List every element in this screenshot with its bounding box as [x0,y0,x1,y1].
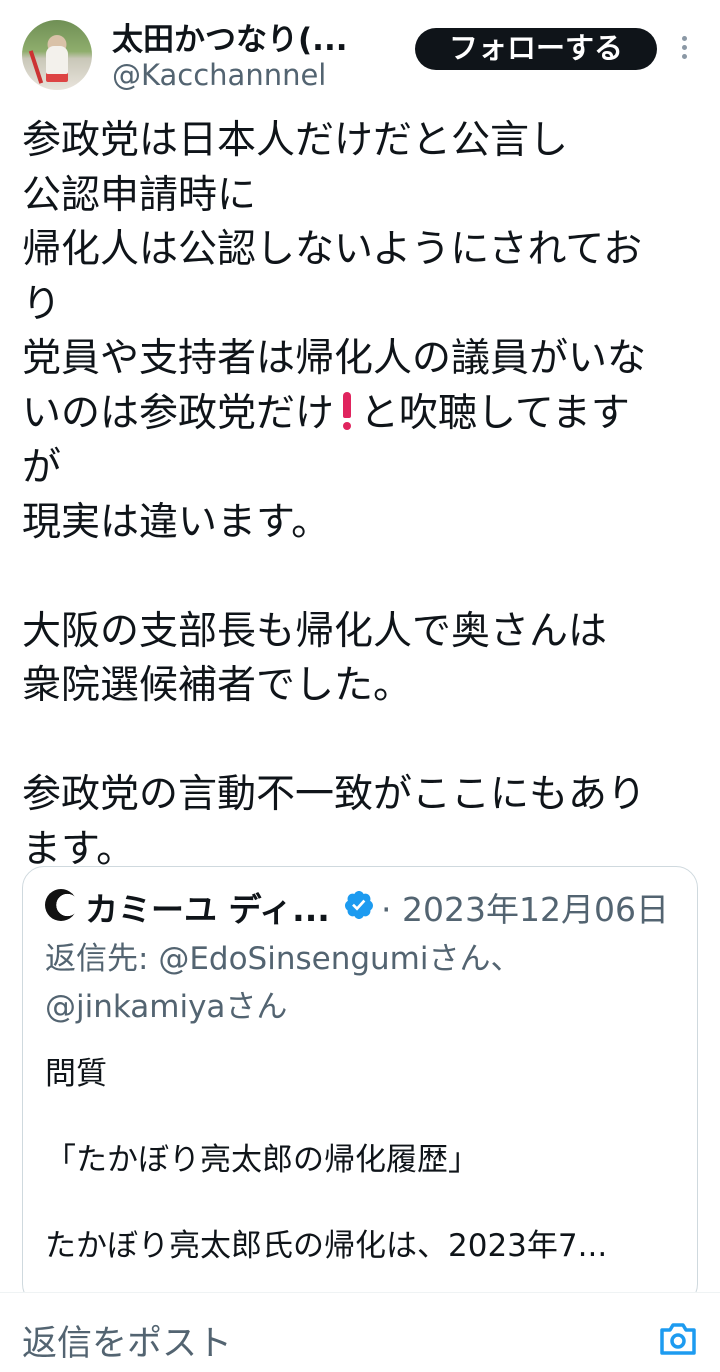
quoted-reply-to: 返信先: @EdoSinsengumiさん、 @jinkamiyaさん [45,935,685,1031]
avatar-club-shape [28,50,44,84]
tweet-line: 帰化人は公認しないようにされてお [22,227,643,272]
follow-button[interactable]: フォローする [415,28,657,70]
camera-icon[interactable] [658,1321,698,1357]
tweet-line: 大阪の支部長も帰化人で奥さんは [22,608,608,654]
exclamation-emoji-icon [340,391,354,430]
quoted-tweet-date: · 2023年12月06日 [381,890,669,929]
quoted-tweet-body: 問質 「たかぼり亮太郎の帰化履歴」 たかぼり亮太郎氏の帰化は、2023年7... [45,1047,685,1273]
quoted-line: たかぼり亮太郎氏の帰化は、2023年7... [45,1228,608,1264]
author-handle[interactable]: @Kacchannnel [112,58,326,92]
author-avatar[interactable] [22,20,92,90]
quoted-author-avatar [45,889,77,921]
tweet-line: 党員や支持者は帰化人の議員がいな [22,336,647,381]
quoted-line: 「たかぼり亮太郎の帰化履歴」 [45,1142,479,1178]
tweet-line: り [22,281,62,327]
avatar-figure-shape [46,46,68,82]
tweet-line: 参政党の言動不一致がここにもあり [22,772,647,817]
quoted-blank-line [45,1187,685,1219]
quoted-line: 問質 [45,1056,107,1092]
verified-badge-icon [344,891,373,919]
reply-input[interactable]: 返信をポスト [22,1315,232,1366]
reply-prefix: 返信先: [45,941,159,977]
more-options-icon[interactable] [676,36,692,64]
tweet-header: 太田かつなり(... @Kacchannnel フォローする [0,0,720,100]
tweet-line-part: いのは参政党だけ [22,390,335,436]
tweet-line: 衆院選候補者でした。 [22,663,413,708]
quoted-author-name: カミーユ ディ... [85,890,330,929]
quoted-tweet-header: カミーユ ディ... · 2023年12月06日 [45,883,685,929]
tweet-line: 参政党は日本人だけだと公言し [22,118,569,163]
tweet-line: 公認申請時に [22,172,257,218]
tweet-line: が [22,445,62,490]
tweet-line-part: と吹聴してます [360,390,630,436]
author-display-name[interactable]: 太田かつなり(... [112,14,372,59]
reply-mention[interactable]: @jinkamiyaさん [45,989,287,1025]
tweet-text: 参政党は日本人だけだと公言し 公認申請時に 帰化人は公認しないようにされてお り… [22,114,702,877]
quoted-blank-line [45,1101,685,1133]
tweet-line: いのは参政党だけ と吹聴してます [22,387,702,442]
reply-mention[interactable]: @EdoSinsengumiさん、 [158,941,521,977]
quoted-tweet-card[interactable]: カミーユ ディ... · 2023年12月06日 返信先: @EdoSinsen… [22,866,698,1306]
tweet-line: 現実は違います。 [22,499,331,545]
reply-bar: 返信をポスト [0,1292,720,1372]
